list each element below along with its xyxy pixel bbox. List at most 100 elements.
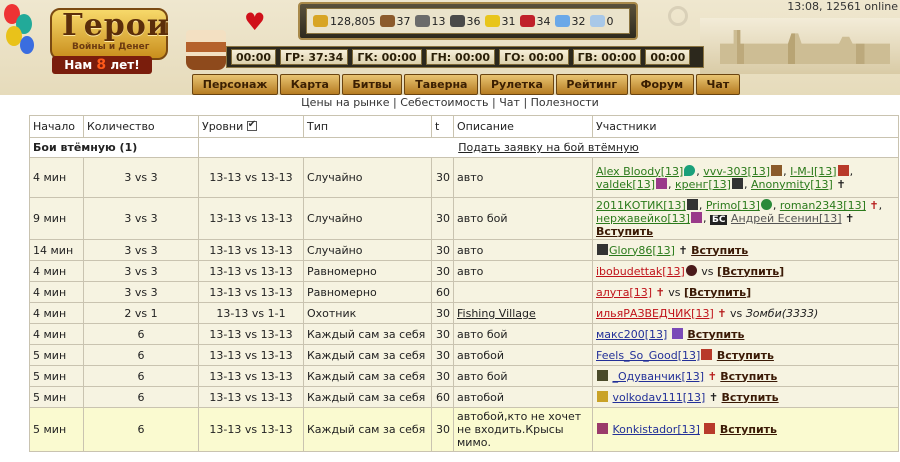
- sublink-2[interactable]: Чат: [499, 96, 520, 109]
- levels-checkbox[interactable]: [246, 119, 257, 131]
- participant-link[interactable]: кренг[13]: [675, 178, 731, 191]
- col-quantity: Количество: [83, 115, 199, 138]
- table-row: 4 мин 2 vs 1 13-13 vs 1-1 Охотник 30 Fis…: [29, 302, 899, 324]
- table-header: Начало Количество Уровни Тип t Описание …: [29, 115, 899, 138]
- menu-item-0[interactable]: Персонаж: [192, 74, 279, 95]
- section-row: Бои втёмную (1) Подать заявку на бой втё…: [29, 137, 899, 158]
- ring-icon[interactable]: [668, 6, 688, 26]
- header: Герои Войны и Денег Нам 8 лет! ♥ 128,805…: [0, 0, 900, 95]
- join-button[interactable]: Вступить: [687, 328, 744, 341]
- participant-link[interactable]: ibobudettak[13]: [596, 265, 685, 278]
- sublink-0[interactable]: Цены на рынке: [301, 96, 389, 109]
- participant-link[interactable]: Feels_So_Good[13]: [596, 349, 700, 362]
- row-start: 5 мин: [29, 365, 84, 387]
- row-participants: Glory86[13] ✝ Вступить: [592, 239, 899, 261]
- col-description: Описание: [453, 115, 593, 138]
- join-button[interactable]: Вступить: [596, 225, 653, 238]
- participant-link[interactable]: Alex Bloody[13]: [596, 165, 683, 178]
- sublink-3[interactable]: Полезности: [531, 96, 599, 109]
- ore-value: 13: [431, 14, 446, 28]
- participant-link[interactable]: Konkistador[13]: [613, 423, 700, 436]
- cross-icon: ✝: [678, 243, 688, 257]
- cake-icon: [186, 30, 226, 70]
- menu-item-7[interactable]: Чат: [695, 74, 740, 95]
- row-participants: 2011КОТИК[13], Primo[13], roman2343[13] …: [592, 197, 899, 240]
- link-separator: |: [488, 96, 500, 109]
- join-button[interactable]: [Вступить]: [717, 265, 784, 278]
- sublink-1[interactable]: Себестоимость: [400, 96, 488, 109]
- wood-icon: [379, 15, 395, 27]
- join-button[interactable]: [Вступить]: [684, 286, 751, 299]
- clan-icon: [597, 390, 608, 402]
- row-levels: 13-13 vs 13-13: [198, 386, 304, 408]
- logo-title: Герои: [62, 8, 171, 43]
- row-levels: 13-13 vs 13-13: [198, 197, 304, 240]
- participant-link[interactable]: Андрей Есенин[13]: [731, 212, 842, 225]
- participant-link[interactable]: алута[13]: [596, 286, 652, 299]
- table-row: 4 мин 3 vs 3 13-13 vs 13-13 Равномерно 3…: [29, 260, 899, 282]
- sword-icon: [837, 164, 849, 176]
- join-button[interactable]: Вступить: [722, 391, 779, 404]
- participant-link[interactable]: 2011КОТИК[13]: [596, 199, 686, 212]
- participant-link[interactable]: roman2343[13]: [780, 199, 866, 212]
- row-time: 30: [431, 302, 454, 324]
- row-time: 30: [431, 407, 454, 452]
- join-button[interactable]: Вступить: [720, 370, 777, 383]
- participant-link[interactable]: vvv-303[13]: [703, 165, 770, 178]
- row-time: 60: [431, 386, 454, 408]
- menu-item-3[interactable]: Таверна: [404, 74, 479, 95]
- row-type: Равномерно: [303, 281, 432, 303]
- menu-item-5[interactable]: Рейтинг: [555, 74, 628, 95]
- vs-label: vs: [729, 306, 743, 320]
- table-row: 5 мин 6 13-13 vs 13-13 Каждый сам за себ…: [29, 344, 899, 366]
- row-levels: 13-13 vs 13-13: [198, 281, 304, 303]
- row-quantity: 6: [83, 407, 199, 452]
- row-quantity: 2 vs 1: [83, 302, 199, 324]
- participant-link[interactable]: нержавейко[13]: [596, 212, 690, 225]
- row-quantity: 6: [83, 386, 199, 408]
- resource-gems: 32: [554, 15, 586, 28]
- resource-ore: 13: [414, 14, 446, 28]
- cross-icon: ✝: [869, 199, 879, 212]
- row-type: Случайно: [303, 157, 432, 198]
- participant-link[interactable]: макс200[13]: [596, 328, 667, 341]
- menu-item-2[interactable]: Битвы: [341, 74, 403, 95]
- participant-link[interactable]: I-M-I[13]: [790, 165, 837, 178]
- row-type: Каждый сам за себя: [303, 407, 432, 452]
- participant-link[interactable]: valdek[13]: [596, 178, 655, 191]
- menu-item-4[interactable]: Рулетка: [480, 74, 554, 95]
- heart-icon[interactable]: ♥: [244, 10, 268, 34]
- join-button[interactable]: Вступить: [720, 423, 777, 436]
- row-start: 14 мин: [29, 239, 84, 261]
- join-button[interactable]: Вступить: [717, 349, 774, 362]
- game-logo[interactable]: Герои Войны и Денег Нам 8 лет!: [10, 2, 180, 80]
- table-row: 9 мин 3 vs 3 13-13 vs 13-13 Случайно 30 …: [29, 197, 899, 240]
- hammer-icon: [771, 164, 783, 176]
- timers-bar: 00:00 ГР: 37:34 ГК: 00:00 ГН: 00:00 ГО: 00:0…: [226, 46, 704, 68]
- join-button[interactable]: Вступить: [691, 244, 748, 257]
- col-start: Начало: [29, 115, 84, 138]
- participant-link[interactable]: _Одуванчик[13]: [613, 370, 705, 383]
- menu-item-6[interactable]: Форум: [629, 74, 694, 95]
- row-start: 9 мин: [29, 197, 84, 240]
- timer-2: ГК: 00:00: [352, 49, 422, 65]
- row-quantity: 3 vs 3: [83, 197, 199, 240]
- participant-link[interactable]: Glory86[13]: [609, 244, 675, 257]
- menu-item-1[interactable]: Карта: [280, 74, 340, 95]
- row-participants: макс200[13] Вступить: [592, 323, 899, 345]
- location-link[interactable]: Fishing Village: [453, 302, 593, 324]
- row-levels: 13-13 vs 13-13: [198, 239, 304, 261]
- submit-dark-battle-link[interactable]: Подать заявку на бой втёмную: [198, 137, 899, 158]
- participant-link[interactable]: Primo[13]: [706, 199, 760, 212]
- sword-icon: [671, 327, 683, 339]
- scythe-icon: [686, 199, 698, 210]
- resources-bar: 128,805 37 13 36 31 34 32 0: [298, 2, 638, 40]
- participant-link[interactable]: volkodav111[13]: [613, 391, 706, 404]
- row-participants: Alex Bloody[13], vvv-303[13], I-M-I[13],…: [592, 157, 899, 198]
- participant-link[interactable]: ильяРАЗВЕДЧИК[13]: [596, 307, 714, 320]
- section-title: Бои втёмную (1): [29, 137, 199, 158]
- clan-icon: [597, 369, 608, 381]
- participant-link[interactable]: Anonymity[13]: [751, 178, 833, 191]
- row-time: 30: [431, 157, 454, 198]
- resource-wood: 37: [379, 15, 411, 28]
